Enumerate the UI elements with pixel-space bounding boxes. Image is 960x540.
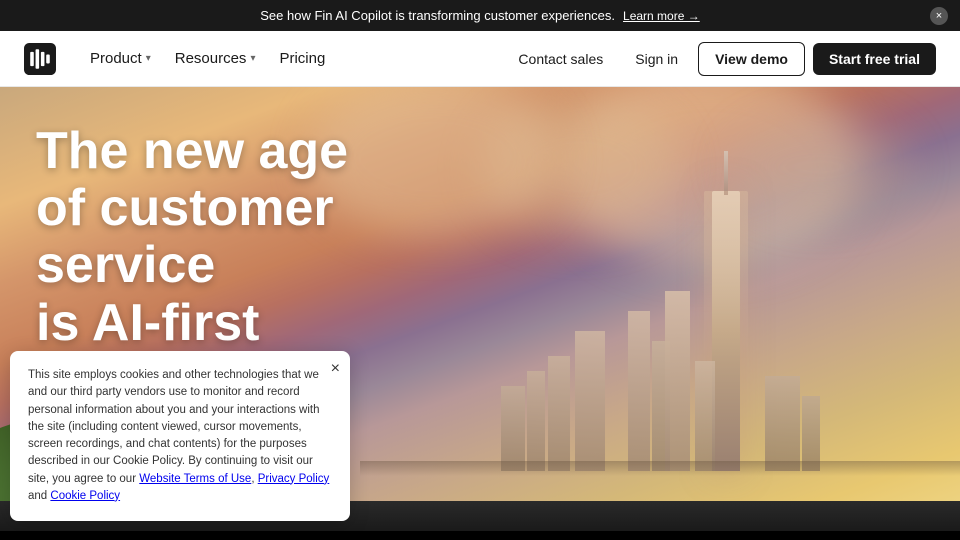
contact-sales-link[interactable]: Contact sales (506, 43, 615, 75)
nav-resources[interactable]: Resources ▾ (165, 42, 266, 75)
resources-chevron-icon: ▾ (250, 53, 255, 64)
hero-section: The new age of customer service is AI-fi… (0, 87, 960, 531)
close-announcement-button[interactable]: × (930, 7, 948, 25)
cookie-policy-link[interactable]: Cookie Policy (50, 490, 120, 502)
nav-pricing[interactable]: Pricing (269, 42, 335, 75)
nav-view-demo-button[interactable]: View demo (698, 42, 805, 76)
nav-right: Contact sales Sign in View demo Start fr… (506, 42, 936, 76)
announcement-bar: See how Fin AI Copilot is transforming c… (0, 0, 960, 31)
product-chevron-icon: ▾ (146, 53, 151, 64)
announcement-link[interactable]: Learn more → (623, 9, 700, 23)
logo[interactable] (24, 43, 56, 75)
sign-in-link[interactable]: Sign in (623, 43, 690, 75)
building-3 (665, 291, 690, 471)
nav-links: Product ▾ Resources ▾ Pricing (80, 42, 506, 75)
announcement-text: See how Fin AI Copilot is transforming c… (260, 8, 615, 23)
nav-start-trial-button[interactable]: Start free trial (813, 43, 936, 75)
nav-product[interactable]: Product ▾ (80, 42, 161, 75)
cookie-text: This site employs cookies and other tech… (28, 367, 332, 505)
building-5 (575, 331, 605, 471)
cookie-close-button[interactable]: × (331, 361, 340, 377)
navbar: Product ▾ Resources ▾ Pricing Contact sa… (0, 31, 960, 87)
cookie-banner: × This site employs cookies and other te… (10, 351, 350, 521)
building-1 (628, 311, 650, 471)
main-tower (712, 191, 740, 471)
cookie-terms-link[interactable]: Website Terms of Use (139, 473, 251, 485)
hero-title: The new age of customer service is AI-fi… (36, 123, 484, 352)
cookie-privacy-link[interactable]: Privacy Policy (258, 473, 330, 485)
